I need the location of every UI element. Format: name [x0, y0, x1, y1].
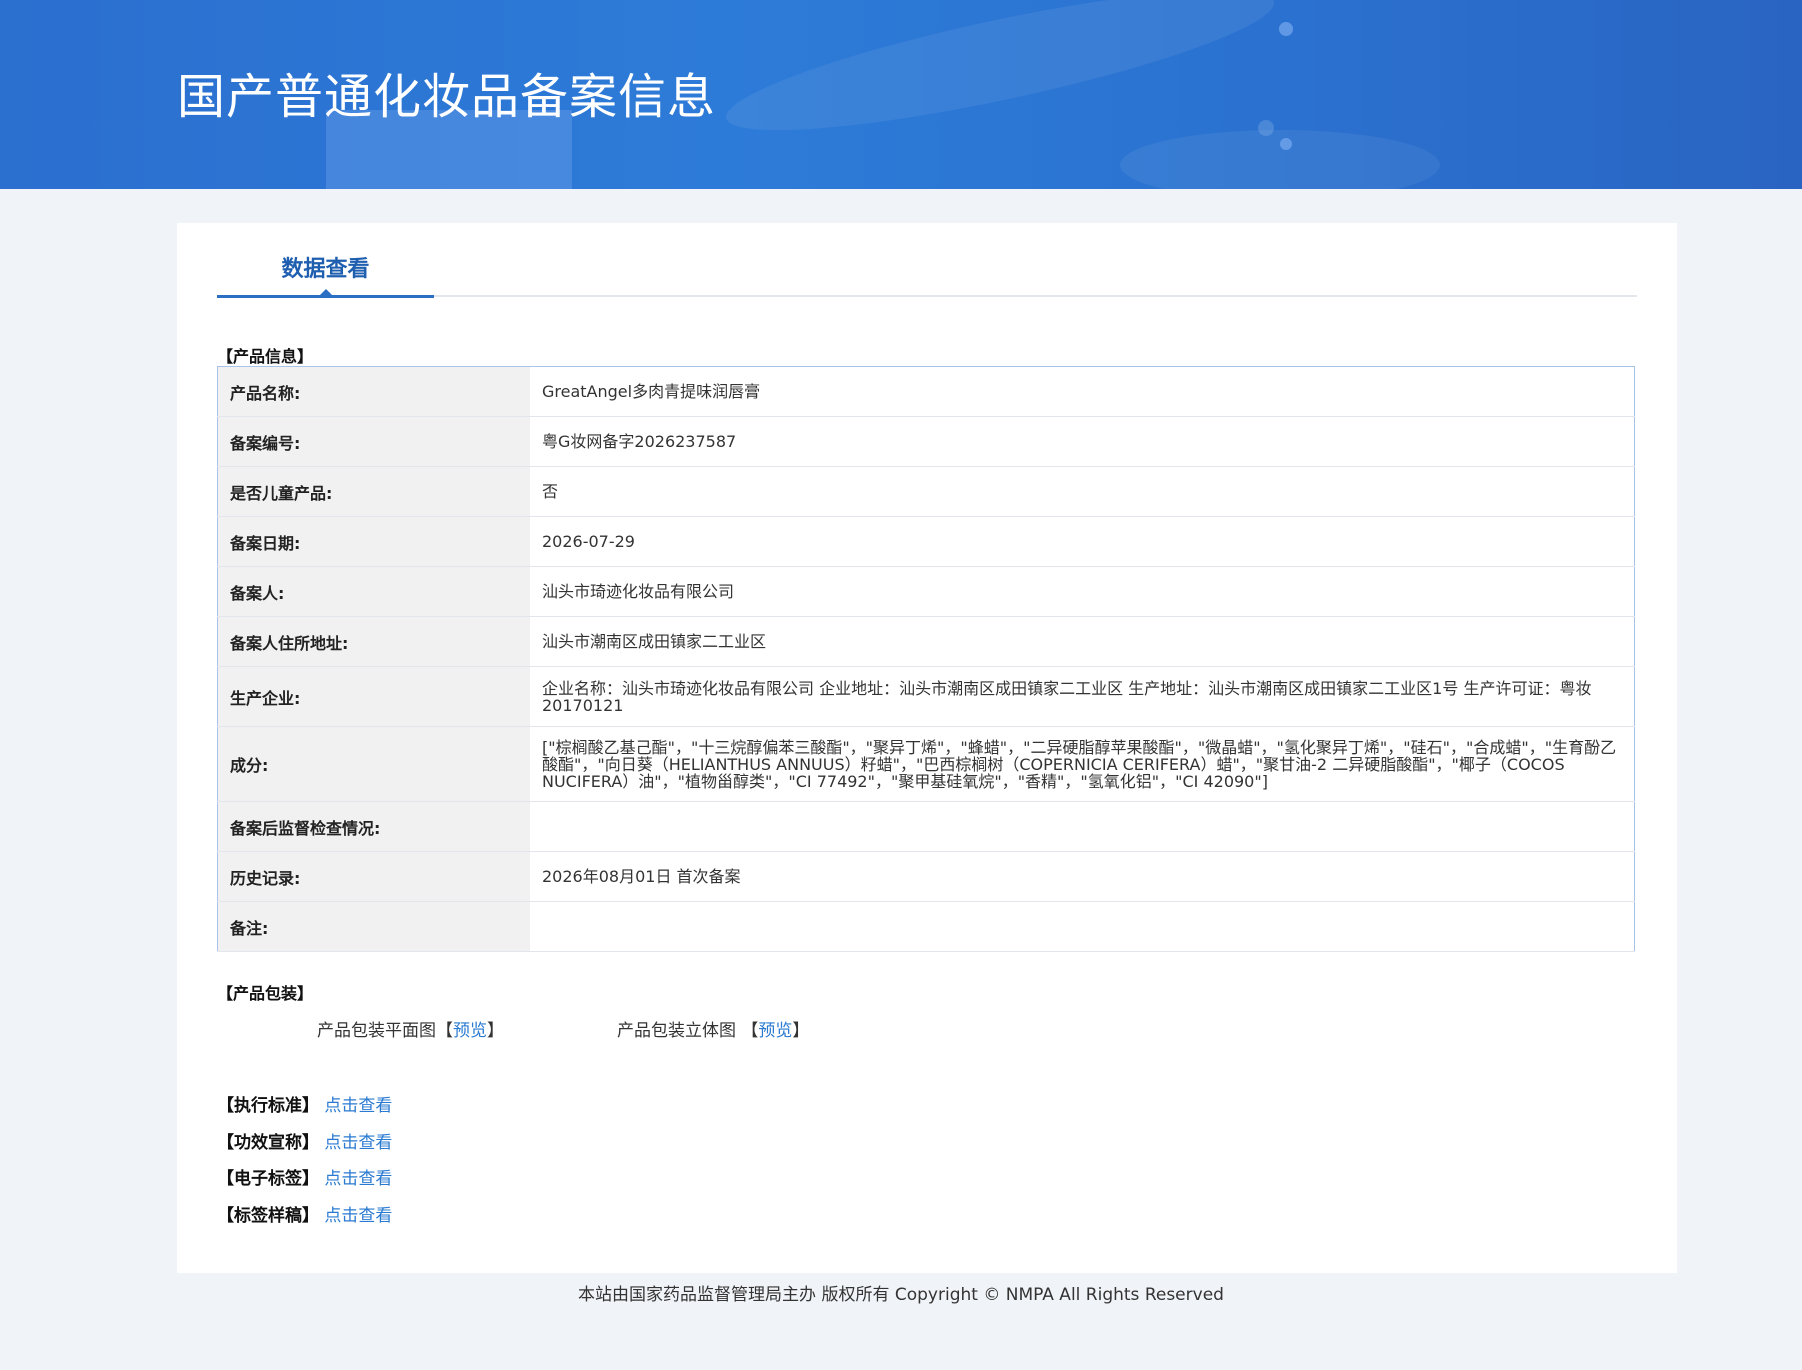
field-label: 备注:: [217, 901, 530, 952]
field-label: 历史记录:: [217, 851, 530, 902]
table-row: 备案后监督检查情况:: [217, 801, 1635, 852]
product-info-label: 【产品信息】: [217, 347, 314, 366]
field-value: GreatAngel多肉青提味润唇膏: [530, 366, 1635, 417]
bracket-close: 】: [792, 1021, 810, 1041]
table-row: 备案日期: 2026-07-29: [217, 516, 1635, 567]
doc-efficacy: 【功效宣称】 点击查看: [217, 1128, 392, 1153]
field-value: 2026-07-29: [530, 516, 1635, 567]
field-value: [530, 901, 1635, 952]
field-label: 成分:: [217, 726, 530, 802]
field-value: 汕头市潮南区成田镇家二工业区: [530, 616, 1635, 667]
packaging-label: 【产品包装】: [217, 984, 314, 1003]
page-title: 国产普通化妆品备案信息: [177, 69, 717, 125]
package-flat-view: 产品包装平面图【预览】: [317, 1016, 504, 1041]
header-banner: 国产普通化妆品备案信息: [0, 0, 1802, 189]
bracket-open: 【: [436, 1021, 453, 1041]
table-row: 产品名称: GreatAngel多肉青提味润唇膏: [217, 366, 1635, 417]
doc-e-label-link[interactable]: 点击查看: [324, 1169, 392, 1189]
table-row: 备案编号: 粤G妆网备字2026237587: [217, 416, 1635, 467]
field-label: 备案人住所地址:: [217, 616, 530, 667]
field-value: 汕头市琦迹化妆品有限公司: [530, 566, 1635, 617]
doc-label-draft: 【标签样稿】 点击查看: [217, 1201, 392, 1226]
bracket-close: 】: [487, 1021, 504, 1041]
table-row: 是否儿童产品: 否: [217, 466, 1635, 517]
table-row: 备案人: 汕头市琦迹化妆品有限公司: [217, 566, 1635, 617]
tab-caret-icon: [319, 289, 333, 296]
package-solid-preview-link[interactable]: 预览: [758, 1021, 792, 1041]
doc-label-draft-link[interactable]: 点击查看: [324, 1206, 392, 1226]
field-label: 生产企业:: [217, 666, 530, 727]
doc-efficacy-link[interactable]: 点击查看: [324, 1133, 392, 1153]
table-row: 生产企业: 企业名称：汕头市琦迹化妆品有限公司 企业地址：汕头市潮南区成田镇家二…: [217, 666, 1635, 727]
doc-e-label: 【电子标签】 点击查看: [217, 1164, 392, 1189]
field-value: 企业名称：汕头市琦迹化妆品有限公司 企业地址：汕头市潮南区成田镇家二工业区 生产…: [530, 666, 1635, 727]
doc-label-draft-label: 【标签样稿】: [217, 1206, 319, 1226]
banner-decoration: [1120, 130, 1440, 189]
footer-copyright: 本站由国家药品监督管理局主办 版权所有 Copyright © NMPA All…: [578, 1285, 1224, 1305]
doc-standard-link[interactable]: 点击查看: [324, 1096, 392, 1116]
package-flat-label: 产品包装平面图: [317, 1021, 436, 1041]
field-value: [530, 801, 1635, 852]
product-info-table: 产品名称: GreatAngel多肉青提味润唇膏 备案编号: 粤G妆网备字202…: [217, 366, 1635, 952]
content-card: 数据查看 【产品信息】 产品名称: GreatAngel多肉青提味润唇膏 备案编…: [177, 223, 1677, 1273]
table-row: 备注:: [217, 901, 1635, 952]
field-label: 备案人:: [217, 566, 530, 617]
doc-e-label-label: 【电子标签】: [217, 1169, 319, 1189]
field-label: 产品名称:: [217, 366, 530, 417]
field-value: ["棕榈酸乙基己酯"，"十三烷醇偏苯三酸酯"，"聚异丁烯"，"蜂蜡"，"二异硬脂…: [530, 726, 1635, 802]
bracket-open: 【: [741, 1021, 759, 1041]
banner-decoration: [1258, 120, 1274, 136]
package-flat-preview-link[interactable]: 预览: [453, 1021, 487, 1041]
field-label: 备案编号:: [217, 416, 530, 467]
table-row: 历史记录: 2026年08月01日 首次备案: [217, 851, 1635, 902]
field-value: 2026年08月01日 首次备案: [530, 851, 1635, 902]
package-solid-view: 产品包装立体图 【预览】: [617, 1016, 809, 1041]
tab-bar: 数据查看: [217, 253, 1637, 298]
doc-efficacy-label: 【功效宣称】: [217, 1133, 319, 1153]
table-row: 备案人住所地址: 汕头市潮南区成田镇家二工业区: [217, 616, 1635, 667]
doc-standard-label: 【执行标准】: [217, 1096, 319, 1116]
package-solid-label: 产品包装立体图: [617, 1021, 742, 1041]
banner-decoration: [717, 0, 1283, 158]
banner-decoration: [1279, 22, 1293, 36]
doc-standard: 【执行标准】 点击查看: [217, 1091, 392, 1116]
field-value: 粤G妆网备字2026237587: [530, 416, 1635, 467]
field-label: 是否儿童产品:: [217, 466, 530, 517]
field-label: 备案后监督检查情况:: [217, 801, 530, 852]
field-value: 否: [530, 466, 1635, 517]
table-row: 成分: ["棕榈酸乙基己酯"，"十三烷醇偏苯三酸酯"，"聚异丁烯"，"蜂蜡"，"…: [217, 726, 1635, 802]
field-label: 备案日期:: [217, 516, 530, 567]
banner-decoration: [1280, 138, 1292, 150]
